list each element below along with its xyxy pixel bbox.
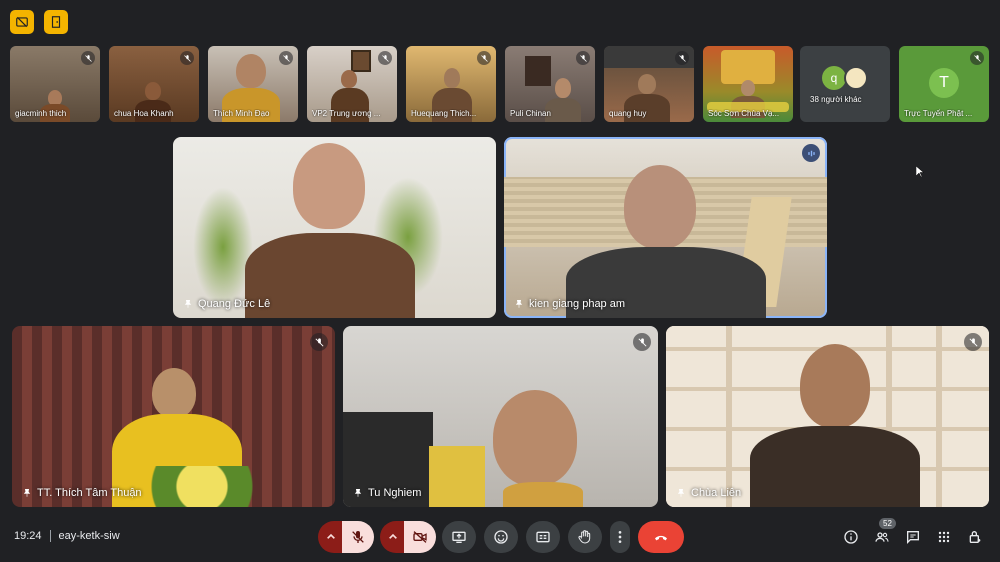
closed-captions-off-icon (16, 16, 28, 28)
mic-off-icon (81, 51, 95, 65)
mic-off-icon (477, 51, 491, 65)
people-button[interactable]: 52 (871, 518, 896, 548)
mic-off-icon (970, 51, 984, 65)
meeting-control-bar: 19:24 eay-ketk-siw 52 (0, 514, 1000, 562)
participant-name: giacminh thich (15, 109, 67, 118)
chat-icon (907, 531, 919, 544)
camera-toggle-button[interactable] (404, 521, 436, 553)
present-screen-button[interactable] (442, 521, 476, 553)
participant-count-badge: 52 (879, 518, 896, 529)
mic-off-icon (633, 333, 651, 351)
participant-thumbnail[interactable]: quang huy (604, 46, 694, 122)
present-screen-icon (452, 531, 466, 543)
closed-captions-icon (536, 531, 550, 543)
video-tile[interactable]: TT. Thích Tâm Thuận (12, 326, 335, 507)
participant-name: quang huy (609, 109, 647, 118)
reactions-button[interactable] (484, 521, 518, 553)
divider (49, 530, 51, 542)
meeting-details-button[interactable] (840, 526, 862, 548)
participant-thumbnail[interactable]: T Trực Tuyến Phật ... (899, 46, 989, 122)
participant-name: Quang Đức Lê (198, 298, 271, 310)
apps-grid-icon (938, 531, 950, 543)
pin-icon (354, 488, 362, 497)
participant-name: TT. Thích Tâm Thuận (37, 487, 142, 499)
mic-off-icon (279, 51, 293, 65)
participant-thumbnail[interactable]: Puli Chinan (505, 46, 595, 122)
mic-off-icon (675, 51, 689, 65)
host-controls-button[interactable] (964, 526, 986, 548)
video-off-icon (413, 531, 427, 543)
leave-call-button[interactable] (638, 521, 684, 553)
participant-thumbnail[interactable]: Sóc Sơn Chùa Vạ... (703, 46, 793, 122)
call-end-icon (655, 535, 667, 541)
pin-icon (677, 488, 685, 497)
pin-icon (23, 488, 31, 497)
mic-off-icon (576, 51, 590, 65)
mic-off-icon (180, 51, 194, 65)
lock-person-icon (969, 531, 981, 543)
video-tile-active-speaker[interactable]: kien giang phap am (504, 137, 827, 318)
participant-avatar: q (822, 66, 846, 90)
participant-name: kien giang phap am (529, 298, 626, 310)
activities-button[interactable] (933, 526, 955, 548)
more-participants-label: 38 người khác (810, 95, 862, 104)
mic-off-icon (352, 531, 364, 543)
meeting-time: 19:24 (14, 530, 42, 542)
video-tile[interactable]: Chùa Liên (666, 326, 989, 507)
participant-name: chua Hoa Khanh (114, 109, 174, 118)
participant-strip: giacminh thich chua Hoa Khanh Thích Minh… (10, 46, 990, 124)
video-tile[interactable]: Tu Nghiem (343, 326, 658, 507)
mic-off-icon (378, 51, 392, 65)
pin-icon (184, 299, 192, 308)
participant-avatar (844, 66, 868, 90)
chevron-up-icon (327, 533, 335, 539)
participant-thumbnail[interactable]: VP2 Trung ương ... (307, 46, 397, 122)
participant-thumbnail[interactable]: giacminh thich (10, 46, 100, 122)
pin-icon (515, 299, 523, 308)
host-controls-button[interactable] (44, 10, 68, 34)
participant-name: VP2 Trung ương ... (312, 109, 381, 118)
participant-name: Thích Minh Đạo (213, 109, 270, 118)
raise-hand-button[interactable] (568, 521, 602, 553)
chat-button[interactable] (902, 526, 924, 548)
more-vert-icon (618, 531, 622, 543)
video-tile[interactable]: Quang Đức Lê (173, 137, 496, 318)
mic-off-icon (964, 333, 982, 351)
video-options-button[interactable] (380, 521, 406, 553)
speaking-indicator-icon (802, 144, 820, 162)
participant-thumbnail[interactable]: Thích Minh Đạo (208, 46, 298, 122)
participant-name: Sóc Sơn Chùa Vạ... (708, 109, 780, 118)
captions-off-button[interactable] (10, 10, 34, 34)
participant-thumbnail[interactable]: Huequang Thich... (406, 46, 496, 122)
chevron-up-icon (389, 533, 397, 539)
captions-button[interactable] (526, 521, 560, 553)
info-icon (844, 530, 858, 544)
mic-off-icon (310, 333, 328, 351)
more-participants-tile[interactable]: q 38 người khác (800, 46, 890, 122)
participant-name: Tu Nghiem (368, 487, 422, 499)
people-icon (875, 532, 889, 542)
participant-name: Puli Chinan (510, 109, 551, 118)
meeting-code: eay-ketk-siw (58, 530, 120, 542)
participant-thumbnail[interactable]: chua Hoa Khanh (109, 46, 199, 122)
participant-avatar: T (929, 68, 959, 98)
participant-name: Chùa Liên (691, 487, 742, 499)
hand-icon (578, 530, 591, 544)
participant-name: Trực Tuyến Phật ... (904, 109, 973, 118)
mouse-cursor-icon (916, 166, 924, 178)
door-icon (51, 16, 61, 28)
more-options-button[interactable] (610, 521, 630, 553)
emoji-icon (494, 530, 508, 544)
audio-options-button[interactable] (318, 521, 344, 553)
microphone-toggle-button[interactable] (342, 521, 374, 553)
participant-name: Huequang Thich... (411, 109, 477, 118)
